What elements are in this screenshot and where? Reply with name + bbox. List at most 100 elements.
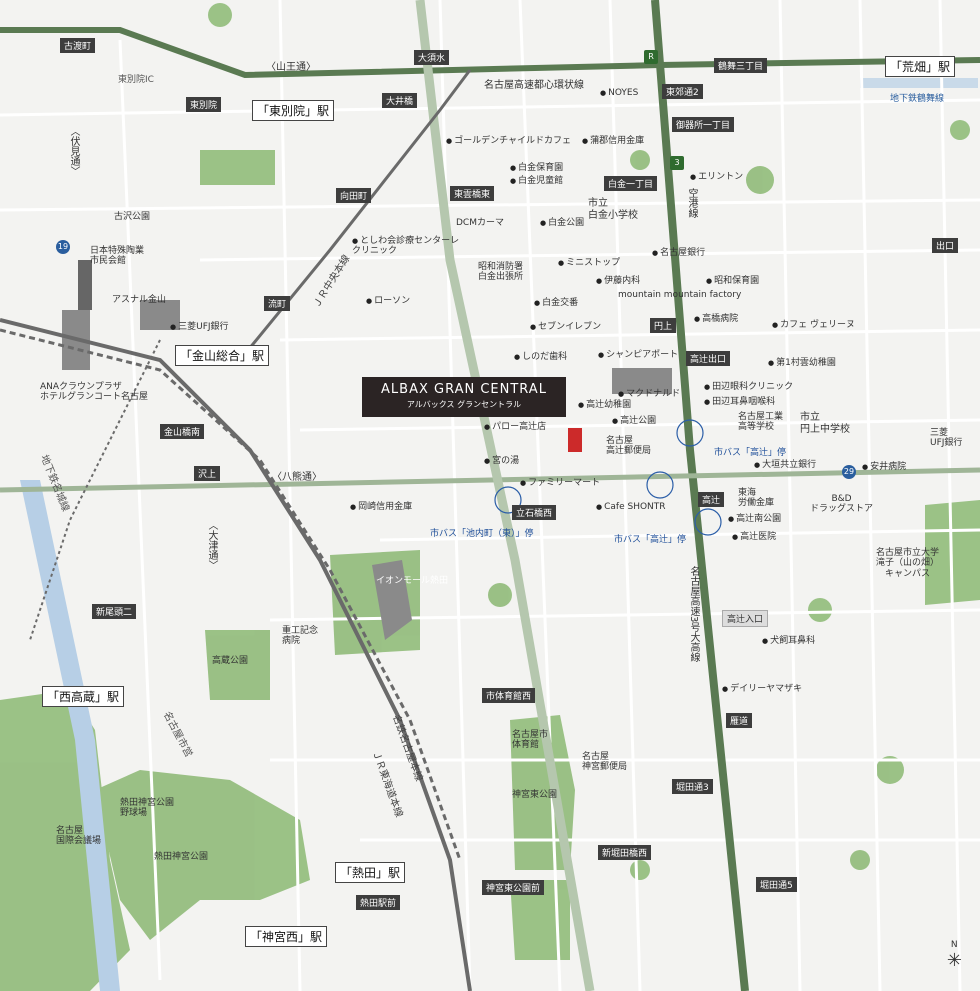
poi-takatsuji-yochi: 高辻幼稚園	[578, 400, 631, 410]
intersection-ryumachi: 流町	[264, 296, 291, 311]
bldg-tower	[78, 260, 92, 310]
station-arahata[interactable]: 「荒畑」駅	[885, 56, 956, 77]
tree-8	[630, 860, 650, 880]
station-jinguunishi[interactable]: 「神宮西」駅	[245, 926, 328, 947]
poi-inukai: 犬飼耳鼻科	[762, 636, 815, 646]
route-r-shield: R	[644, 50, 658, 64]
poi-tanabe: 田辺眼科クリニック	[704, 382, 793, 392]
tree-6	[208, 3, 232, 27]
intersection-kanayamabashi: 金山橋南	[160, 424, 205, 439]
poi-ito: 伊藤内科	[596, 276, 640, 286]
route-29-shield: 29	[842, 465, 856, 479]
poi-nagoya-ind: 名古屋工業 高等学校	[738, 412, 784, 433]
poi-tokai-rodo: 東海 労働金庫	[738, 488, 775, 509]
poi-ogaki: 大垣共立銀行	[754, 460, 816, 470]
road-otsu-label: 〈大津通〉	[206, 520, 217, 570]
property-label[interactable]: ALBAX GRAN CENTRAL アルバックス グランセントラル	[362, 377, 566, 417]
poi-furusawa: 古沢公園	[114, 212, 151, 222]
bus-ikeuchi: 市バス「池内町（東）」停	[430, 529, 534, 539]
intersection-shirogane1: 白金一丁目	[604, 176, 658, 191]
compass-label: N	[950, 940, 958, 950]
area-map: 「東別院」駅 「金山総合」駅 「荒畑」駅 「西高蔵」駅 「熱田」駅 「神宮西」駅…	[0, 0, 980, 991]
poi-takakura: 高蔵公園	[212, 656, 249, 666]
intersection-ooibashi: 大井橋	[382, 93, 418, 108]
park-block1	[200, 150, 275, 185]
poi-toshiwa: としわ会診療センターレ クリニック	[352, 236, 459, 257]
poi-showa-hoiku: 昭和保育園	[706, 276, 759, 286]
poi-aeon: イオンモール熱田	[376, 576, 449, 586]
road-sanno	[0, 27, 980, 79]
poi-juu: 重工記念 病院	[282, 626, 319, 647]
property-marker	[568, 428, 582, 452]
road-expressway-ring-label: 名古屋高速都心環状線	[484, 80, 584, 91]
tree-3	[808, 598, 832, 622]
station-nishitakakura[interactable]: 「西高蔵」駅	[42, 686, 125, 707]
rail-subway-tsurumai-label: 地下鉄鶴舞線	[890, 94, 945, 104]
poi-shinoda: しのだ歯科	[514, 352, 567, 362]
intersection-jingutokoen: 神宮東公園前	[482, 880, 545, 895]
poi-takatsuji-minami: 高辻南公園	[728, 514, 781, 524]
poi-cafe-veriene: カフェ ヴェリーヌ	[772, 320, 855, 330]
poi-takatsuji-koen: 高辻公園	[612, 416, 656, 426]
poi-okazaki: 岡崎信用金庫	[350, 502, 412, 512]
poi-cafe-shontr: Cafe SHONTR	[596, 502, 665, 512]
poi-mufg2: 三菱 UFJ銀行	[930, 428, 963, 449]
route-19-shield: 19	[56, 240, 70, 254]
poi-mufg1: 三菱UFJ銀行	[170, 322, 228, 332]
poi-atsuta-baseball: 熱田神宮公園 野球場	[120, 798, 175, 819]
road-hatta	[0, 467, 980, 493]
intersection-tokobashi: 東郊通2	[662, 84, 703, 99]
intersection-deguchi: 出口	[932, 238, 959, 253]
poi-unhoku: 第1村雲幼稚園	[768, 358, 836, 368]
intersection-higashibetsuin: 東別院	[186, 97, 222, 112]
poi-shampeau: シャンピアポート	[598, 350, 678, 360]
poi-jingu-koen: 神宮東公園	[512, 790, 558, 800]
poi-mountain: mountain mountain factory	[618, 290, 742, 300]
intersection-furuwataricho: 古渡町	[60, 38, 96, 53]
intersection-karido: 雁道	[726, 713, 753, 728]
intersection-horitadori5: 堀田通5	[756, 877, 797, 892]
intersection-tsurumai3: 鶴舞三丁目	[714, 58, 768, 73]
poi-noyes: NOYES	[600, 88, 638, 98]
poi-yasui: 安井病院	[862, 462, 906, 472]
route-3-shield: 3	[670, 156, 684, 170]
poi-ministop: ミニストップ	[558, 258, 620, 268]
station-higashibetsuin[interactable]: 「東別院」駅	[252, 100, 335, 121]
intersection-shinhorita: 新堀田橋西	[598, 845, 652, 860]
poi-nihon: 日本特殊陶業 市民会館	[90, 246, 145, 267]
tree-7	[488, 583, 512, 607]
poi-mcd: マクドナルド	[618, 389, 680, 399]
tree-5	[850, 850, 870, 870]
poi-shirogane-jido: 白金児童館	[510, 176, 563, 186]
tree-1	[746, 166, 774, 194]
intersection-horitadori3: 堀田通3	[672, 779, 713, 794]
poi-nagoya-bank: 名古屋銀行	[652, 248, 705, 258]
road-kuko-label: 空港線	[686, 188, 697, 218]
bus-takatsuji-a: 市バス「高辻」停	[714, 448, 787, 458]
poi-paro: パロー高辻店	[484, 422, 546, 432]
poi-shirogane-hoiku: 白金保育園	[510, 163, 563, 173]
poi-seven: セブンイレブン	[530, 322, 601, 332]
intersection-takatsuji: 高辻	[698, 492, 725, 507]
intersection-enjo: 円上	[650, 318, 677, 333]
poi-golden: ゴールデンチャイルドカフェ	[446, 136, 571, 146]
poi-lawson: ローソン	[366, 296, 410, 306]
station-kanayama[interactable]: 「金山総合」駅	[175, 345, 270, 366]
poi-shirogane-school: 市立 白金小学校	[588, 198, 638, 221]
poi-gamagori: 蒲郡信用金庫	[582, 136, 644, 146]
tree-2	[630, 150, 650, 170]
intersection-atsutaekimae: 熱田駅前	[356, 895, 401, 910]
intersection-higashiunbashi: 東雲橋東	[450, 186, 495, 201]
poi-enjo-chu: 市立 円上中学校	[800, 412, 850, 435]
canal	[860, 78, 978, 88]
poi-nagoya-univ: 名古屋市立大学 滝子（山の畑） キャンパス	[876, 548, 940, 579]
intersection-takatsujiiriguchi: 高辻入口	[722, 610, 769, 627]
poi-atsuta-koen: 熱田神宮公園	[154, 852, 209, 862]
intersection-tateishibashi: 立石橋西	[512, 505, 557, 520]
poi-miyanoyu: 宮の湯	[484, 456, 519, 466]
poi-tanabe-ent: 田辺耳鼻咽喉科	[704, 397, 775, 407]
station-atsuta[interactable]: 「熱田」駅	[335, 862, 406, 883]
compass-icon: ✳ N	[946, 940, 962, 971]
label-higashibetsuin-ic: 東別院IC	[118, 75, 154, 85]
poi-bd: B&D ドラッグストア	[810, 494, 874, 515]
